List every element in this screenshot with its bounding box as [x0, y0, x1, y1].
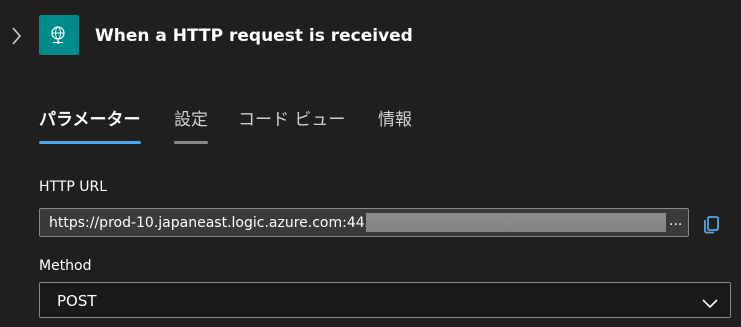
tab-hover-indicator: [174, 141, 208, 144]
copy-icon[interactable]: [700, 211, 724, 235]
method-select[interactable]: POST: [39, 282, 731, 318]
tab-active-indicator: [39, 141, 141, 144]
tab-parameters-label: パラメーター: [39, 110, 141, 130]
method-label: Method: [39, 258, 92, 274]
tab-indicator-empty: [238, 141, 345, 144]
trigger-header[interactable]: When a HTTP request is received: [0, 0, 741, 72]
chevron-down-icon: [702, 294, 718, 309]
trigger-panel: When a HTTP request is received パラメーター 設…: [0, 0, 741, 327]
tab-indicator-empty: [378, 141, 412, 144]
http-url-value: https://prod-10.japaneast.logic.azure.co…: [49, 215, 383, 231]
chevron-right-icon[interactable]: [9, 24, 25, 48]
redacted-region: [366, 213, 666, 232]
tab-settings-label: 設定: [174, 110, 208, 130]
http-url-field[interactable]: https://prod-10.japaneast.logic.azure.co…: [39, 208, 689, 237]
tab-code-view-label: コード ビュー: [238, 110, 346, 130]
tab-settings[interactable]: 設定: [174, 105, 208, 145]
tab-code-view[interactable]: コード ビュー: [238, 105, 345, 145]
tab-about[interactable]: 情報: [378, 105, 412, 145]
tab-about-label: 情報: [378, 110, 412, 130]
http-url-label: HTTP URL: [39, 179, 108, 195]
trigger-title: When a HTTP request is received: [95, 26, 413, 46]
method-value: POST: [57, 292, 97, 310]
tab-parameters[interactable]: パラメーター: [39, 105, 141, 145]
globe-request-icon: [39, 15, 79, 55]
url-ellipsis: ...: [669, 213, 683, 229]
